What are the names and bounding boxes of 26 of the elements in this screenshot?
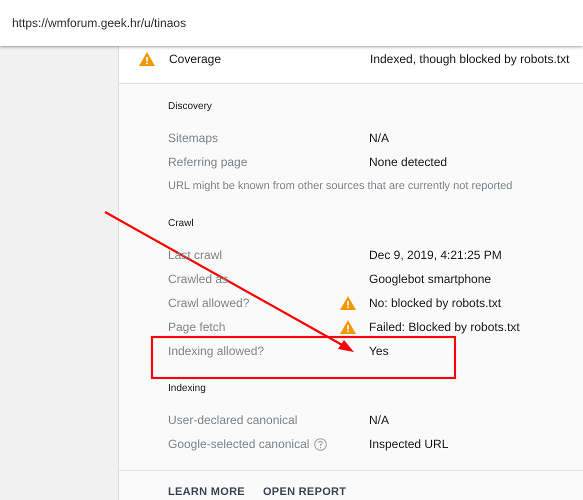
field-label: Indexing allowed? (168, 343, 264, 360)
coverage-value: Indexed, though blocked by robots.txt (370, 51, 570, 68)
coverage-label: Coverage (169, 51, 222, 68)
footer-button[interactable]: OPEN REPORT (262, 484, 346, 500)
field-label: User-declared canonical (168, 412, 298, 429)
field-value: N/A (369, 412, 390, 429)
note-text: URL might be known from other sources that are currently not reported (168, 178, 512, 194)
field-value: None detected (369, 154, 448, 171)
url-text[interactable]: https://wmforum.geek.hr/u/tinaos (12, 14, 186, 32)
field-value: Dec 9, 2019, 4:21:25 PM (369, 247, 502, 264)
field-label: Google-selected canonical (168, 436, 310, 453)
field-value: N/A (369, 130, 390, 147)
section-title: Discovery (168, 100, 213, 114)
field-value: No: blocked by robots.txt (369, 295, 502, 312)
section-title: Indexing (168, 382, 207, 396)
help-icon[interactable] (314, 438, 328, 450)
field-value: Failed: Blocked by robots.txt (369, 319, 520, 336)
footer-button[interactable]: LEARN MORE (168, 484, 245, 500)
section-title: Crawl (168, 217, 195, 231)
field-label: Page fetch (168, 319, 226, 336)
field-label: Referring page (168, 154, 248, 171)
field-value: Inspected URL (369, 436, 448, 453)
field-label: Crawl allowed? (168, 295, 250, 312)
field-label: Sitemaps (168, 130, 218, 147)
field-value: Yes (369, 343, 389, 360)
field-value: Googlebot smartphone (369, 271, 492, 288)
